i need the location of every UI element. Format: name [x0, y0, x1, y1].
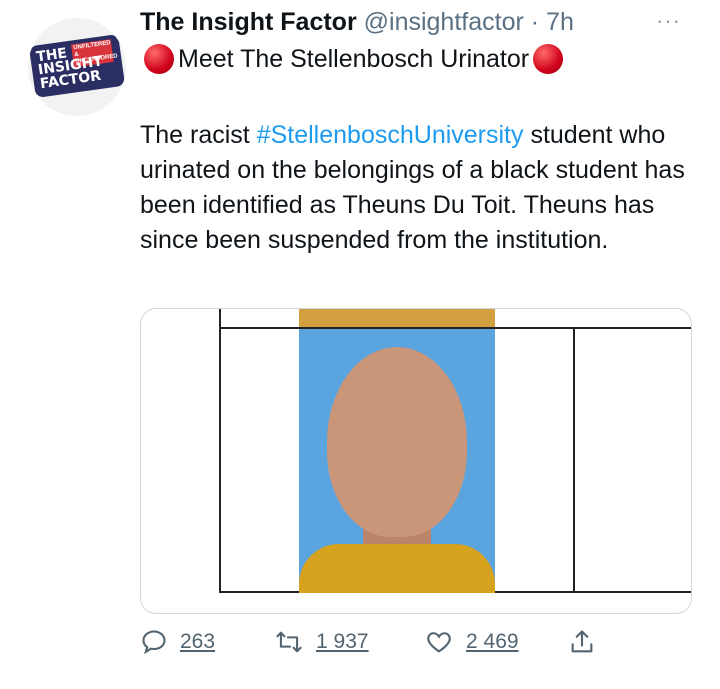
hashtag-link[interactable]: #StellenboschUniversity	[257, 121, 524, 149]
red-circle-icon	[144, 44, 174, 74]
document-line	[219, 309, 221, 593]
like-button[interactable]: 2 469	[424, 628, 519, 656]
share-button[interactable]	[568, 628, 596, 656]
tweet-text-prefix: The racist	[140, 121, 257, 149]
more-options-icon[interactable]: ···	[656, 8, 681, 34]
tweet-text: The racist #StellenboschUniversity stude…	[140, 118, 700, 258]
tweet-headline: Meet The Stellenbosch Urinator	[140, 44, 567, 74]
user-handle[interactable]: @insightfactor	[364, 8, 524, 36]
tweet-actions: 263 1 937 2 469	[140, 628, 700, 664]
red-circle-icon	[533, 44, 564, 74]
heart-icon	[424, 628, 454, 656]
share-icon	[568, 628, 596, 656]
headline-text: Meet The Stellenbosch Urinator	[178, 44, 530, 73]
reply-count: 263	[180, 630, 216, 653]
mugshot-photo	[299, 329, 495, 593]
display-name[interactable]: The Insight Factor	[140, 8, 357, 36]
retweet-icon	[274, 628, 304, 656]
insight-factor-logo: THE UNFILTERED & UNCENSORED INSIGHT FACTO…	[28, 33, 126, 99]
cropped-photo	[299, 309, 495, 327]
reply-button[interactable]: 263	[140, 628, 215, 656]
tweet-header: The Insight Factor @insightfactor · 7h	[140, 8, 574, 37]
tweet-media[interactable]	[140, 308, 692, 614]
like-count: 2 469	[466, 630, 519, 653]
reply-icon	[140, 628, 168, 656]
document-line	[573, 327, 575, 593]
timestamp[interactable]: 7h	[546, 8, 574, 36]
retweet-count: 1 937	[316, 630, 369, 653]
separator: ·	[530, 8, 540, 36]
retweet-button[interactable]: 1 937	[274, 628, 369, 656]
avatar[interactable]: THE UNFILTERED & UNCENSORED INSIGHT FACTO…	[28, 18, 126, 116]
